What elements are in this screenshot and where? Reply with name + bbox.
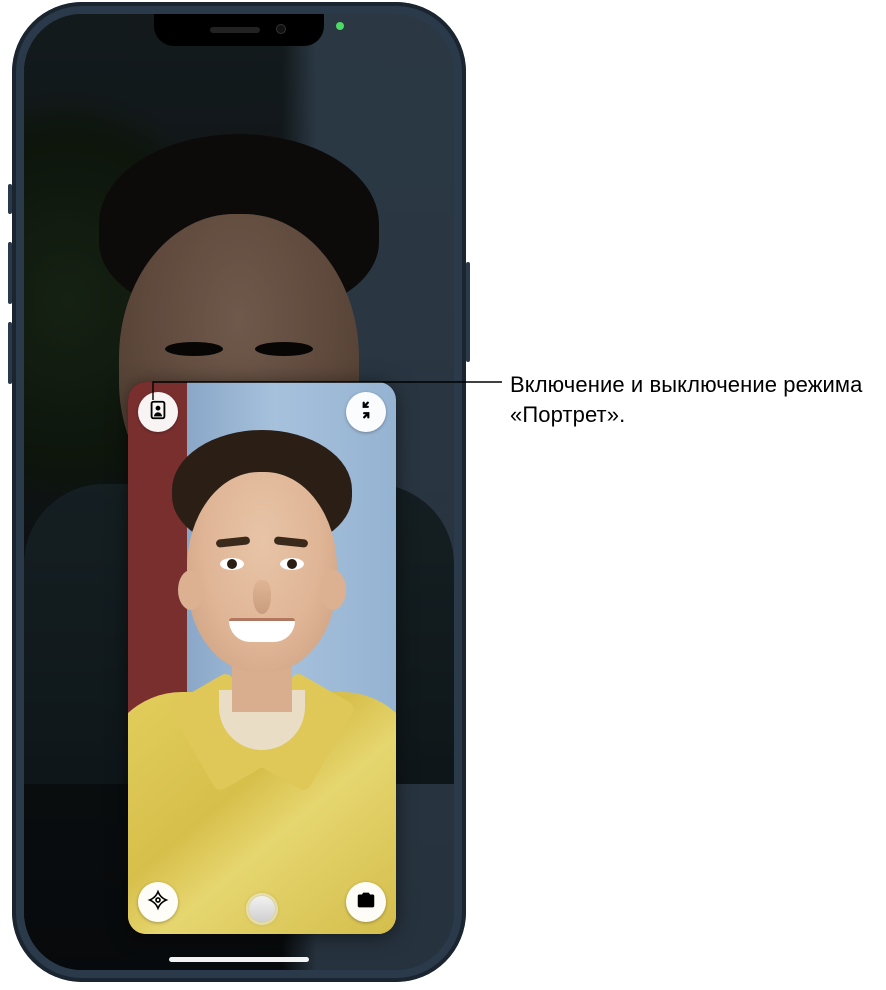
- callout-text: Включение и выключение режима «Портрет».: [510, 370, 870, 429]
- switch-camera-icon: [355, 889, 377, 916]
- mute-switch: [8, 184, 12, 214]
- portrait-icon: [147, 399, 169, 426]
- portrait-mode-button[interactable]: [138, 392, 178, 432]
- earpiece-speaker: [210, 27, 260, 33]
- switch-camera-button[interactable]: [346, 882, 386, 922]
- minimize-pip-button[interactable]: [346, 392, 386, 432]
- effects-icon: [147, 889, 169, 916]
- notch: [154, 14, 324, 46]
- screen: [24, 14, 454, 970]
- front-camera: [276, 24, 286, 34]
- self-view-pip[interactable]: [128, 382, 396, 934]
- home-indicator[interactable]: [169, 957, 309, 962]
- phone-frame: [12, 2, 466, 982]
- volume-up-button: [8, 242, 12, 304]
- effects-button[interactable]: [138, 882, 178, 922]
- camera-privacy-indicator: [336, 22, 344, 30]
- shrink-icon: [355, 399, 377, 426]
- power-button: [466, 262, 470, 362]
- zoom-toggle-button[interactable]: [249, 896, 275, 922]
- volume-down-button: [8, 322, 12, 384]
